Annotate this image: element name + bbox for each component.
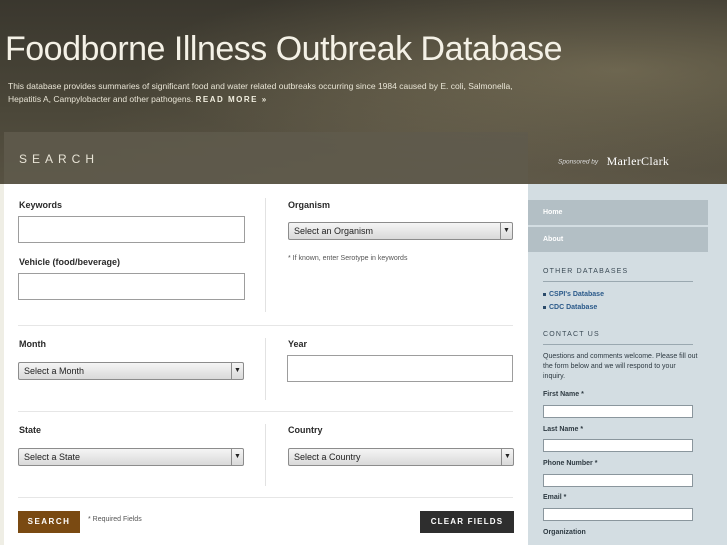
column-divider <box>265 424 266 486</box>
sidebar: Home About OTHER DATABASES CSPI's Databa… <box>528 184 727 545</box>
contact-text: Questions and comments welcome. Please f… <box>543 353 698 380</box>
divider <box>543 281 693 282</box>
chevron-down-icon: ▼ <box>231 363 243 379</box>
nav-item-about[interactable]: About <box>528 227 708 252</box>
cspi-database-label: CSPI's Database <box>549 291 604 298</box>
organism-note: * If known, enter Serotype in keywords <box>288 255 408 262</box>
chevron-down-icon: ▼ <box>231 449 243 465</box>
country-label: Country <box>288 425 323 435</box>
bullet-icon <box>543 292 546 296</box>
chevron-down-icon: ▼ <box>500 223 512 239</box>
month-label: Month <box>19 339 46 349</box>
chevron-down-icon: ▼ <box>501 449 513 465</box>
site-description: This database provides summaries of sign… <box>8 80 538 106</box>
column-divider <box>265 198 266 312</box>
vehicle-label: Vehicle (food/beverage) <box>19 257 121 267</box>
last-name-label: Last Name * <box>543 426 584 433</box>
nav-item-home[interactable]: Home <box>528 200 708 225</box>
page-title: Foodborne Illness Outbreak Database <box>5 30 563 68</box>
organization-label: Organization <box>543 529 586 536</box>
column-divider <box>265 338 266 400</box>
country-select[interactable]: Select a Country ▼ <box>288 448 514 466</box>
keywords-input[interactable] <box>18 216 245 243</box>
contact-heading: CONTACT US <box>543 331 600 338</box>
required-note: * Required Fields <box>88 516 142 523</box>
first-name-label: First Name * <box>543 391 584 398</box>
email-label: Email * <box>543 494 567 501</box>
cdc-database-link[interactable]: CDC Database <box>543 304 597 311</box>
country-select-value: Select a Country <box>294 452 361 462</box>
vehicle-input[interactable] <box>18 273 245 300</box>
organism-select-value: Select an Organism <box>294 226 374 236</box>
keywords-label: Keywords <box>19 200 63 210</box>
divider <box>543 344 693 345</box>
row-divider <box>18 497 513 498</box>
row-divider <box>18 325 513 326</box>
search-heading: SEARCH <box>19 152 100 166</box>
last-name-input[interactable] <box>543 439 693 452</box>
organism-select[interactable]: Select an Organism ▼ <box>288 222 513 240</box>
phone-input[interactable] <box>543 474 693 487</box>
year-label: Year <box>288 339 308 349</box>
other-databases-heading: OTHER DATABASES <box>543 268 629 275</box>
search-bar: SEARCH <box>4 132 528 184</box>
read-more-link[interactable]: READ MORE » <box>196 95 268 104</box>
year-input[interactable] <box>287 355 513 382</box>
email-input[interactable] <box>543 508 693 521</box>
organism-label: Organism <box>288 200 331 210</box>
row-divider <box>18 411 513 412</box>
first-name-input[interactable] <box>543 405 693 418</box>
clear-fields-button[interactable]: CLEAR FIELDS <box>420 511 514 533</box>
sponsor-label: Sponsored by <box>558 158 599 166</box>
bullet-icon <box>543 305 546 309</box>
state-select-value: Select a State <box>24 452 81 462</box>
cspi-database-link[interactable]: CSPI's Database <box>543 291 604 298</box>
sponsor-block: Sponsored by MarlerClark <box>558 153 669 171</box>
cdc-database-label: CDC Database <box>549 304 598 311</box>
state-select[interactable]: Select a State ▼ <box>18 448 244 466</box>
month-select[interactable]: Select a Month ▼ <box>18 362 244 380</box>
state-label: State <box>19 425 42 435</box>
month-select-value: Select a Month <box>24 366 85 376</box>
phone-label: Phone Number * <box>543 460 598 467</box>
search-button[interactable]: SEARCH <box>18 511 80 533</box>
sponsor-logo[interactable]: MarlerClark <box>607 154 670 168</box>
